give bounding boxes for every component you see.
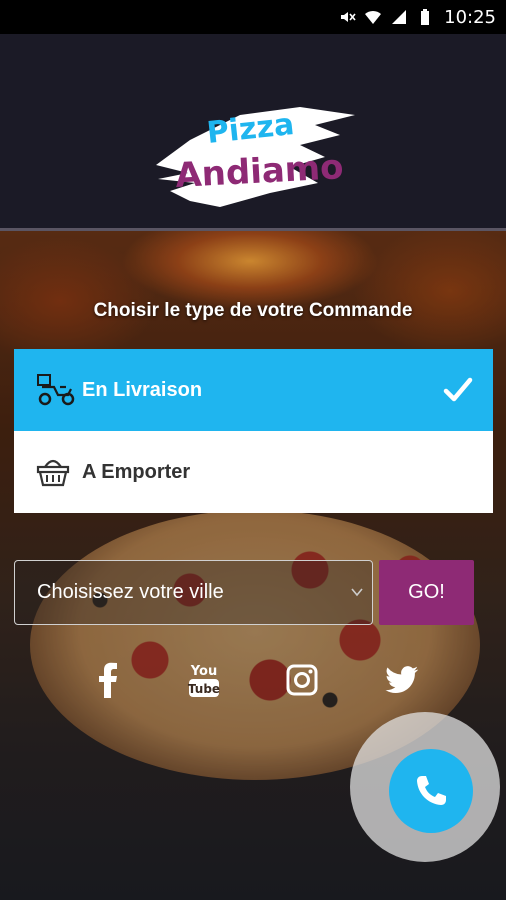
option-emporter-label: A Emporter [82, 460, 191, 483]
call-button[interactable] [389, 749, 473, 833]
facebook-icon[interactable] [88, 660, 128, 700]
svg-text:You: You [190, 664, 217, 679]
chevron-down-icon [351, 588, 363, 597]
pizza-andiamo-logo: Pizza Andiamo [156, 107, 355, 207]
check-icon [443, 377, 473, 402]
status-bar: 10:25 [0, 0, 506, 34]
svg-text:Tube: Tube [188, 682, 220, 696]
city-select-placeholder: Choisissez votre ville [37, 581, 224, 603]
status-time: 10:25 [444, 6, 496, 28]
option-livraison[interactable]: En Livraison [14, 349, 493, 431]
instagram-icon[interactable] [282, 660, 322, 700]
option-emporter[interactable]: A Emporter [14, 431, 493, 513]
phone-icon [417, 776, 446, 805]
go-button[interactable]: GO! [379, 560, 474, 625]
twitter-icon[interactable] [382, 660, 422, 700]
order-type-title: Choisir le type de votre Commande [93, 300, 413, 321]
city-select[interactable]: Choisissez votre ville [14, 560, 373, 625]
wifi-icon [365, 10, 382, 24]
scooter-icon [36, 373, 76, 407]
mute-icon [341, 12, 356, 22]
battery-icon [421, 9, 430, 25]
basket-icon [36, 455, 76, 489]
signal-icon [392, 10, 407, 24]
option-livraison-label: En Livraison [82, 378, 203, 401]
svg-text:Andiamo: Andiamo [174, 147, 344, 196]
youtube-icon[interactable]: You Tube [182, 660, 226, 700]
